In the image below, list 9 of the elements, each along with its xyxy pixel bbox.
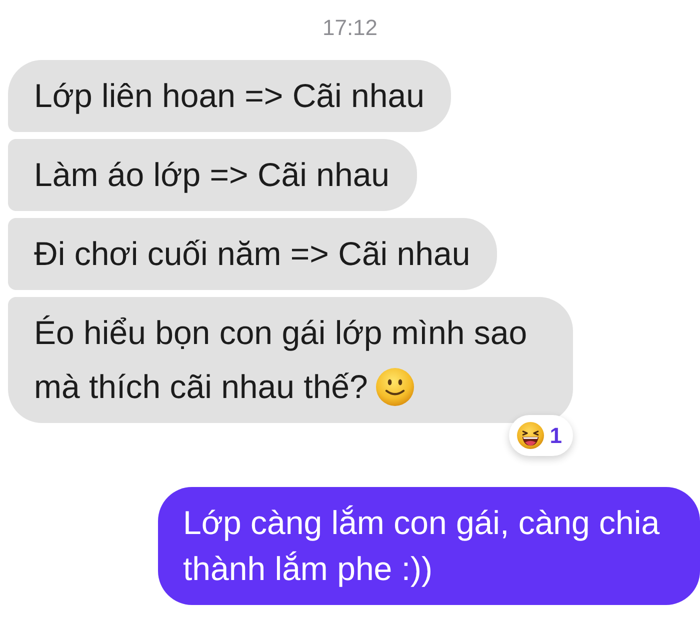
reaction-badge[interactable]: 1 [508, 415, 573, 456]
laughing-face-icon [516, 422, 544, 449]
timestamp: 17:12 [322, 14, 378, 42]
message-text: Lớp liên hoan => Cãi nhau [34, 77, 424, 114]
message-text: Làm áo lớp => Cãi nhau [34, 156, 390, 193]
message-text: Éo hiểu bọn con gái lớp mình sao mà thích cãi nhau thế? [34, 314, 528, 405]
reaction-count: 1 [550, 422, 562, 449]
message-text: Lớp càng lắm con gái, càng chia thành lắm phe :)) [183, 504, 660, 587]
message-text: Đi chơi cuối năm => Cãi nhau [34, 235, 470, 272]
